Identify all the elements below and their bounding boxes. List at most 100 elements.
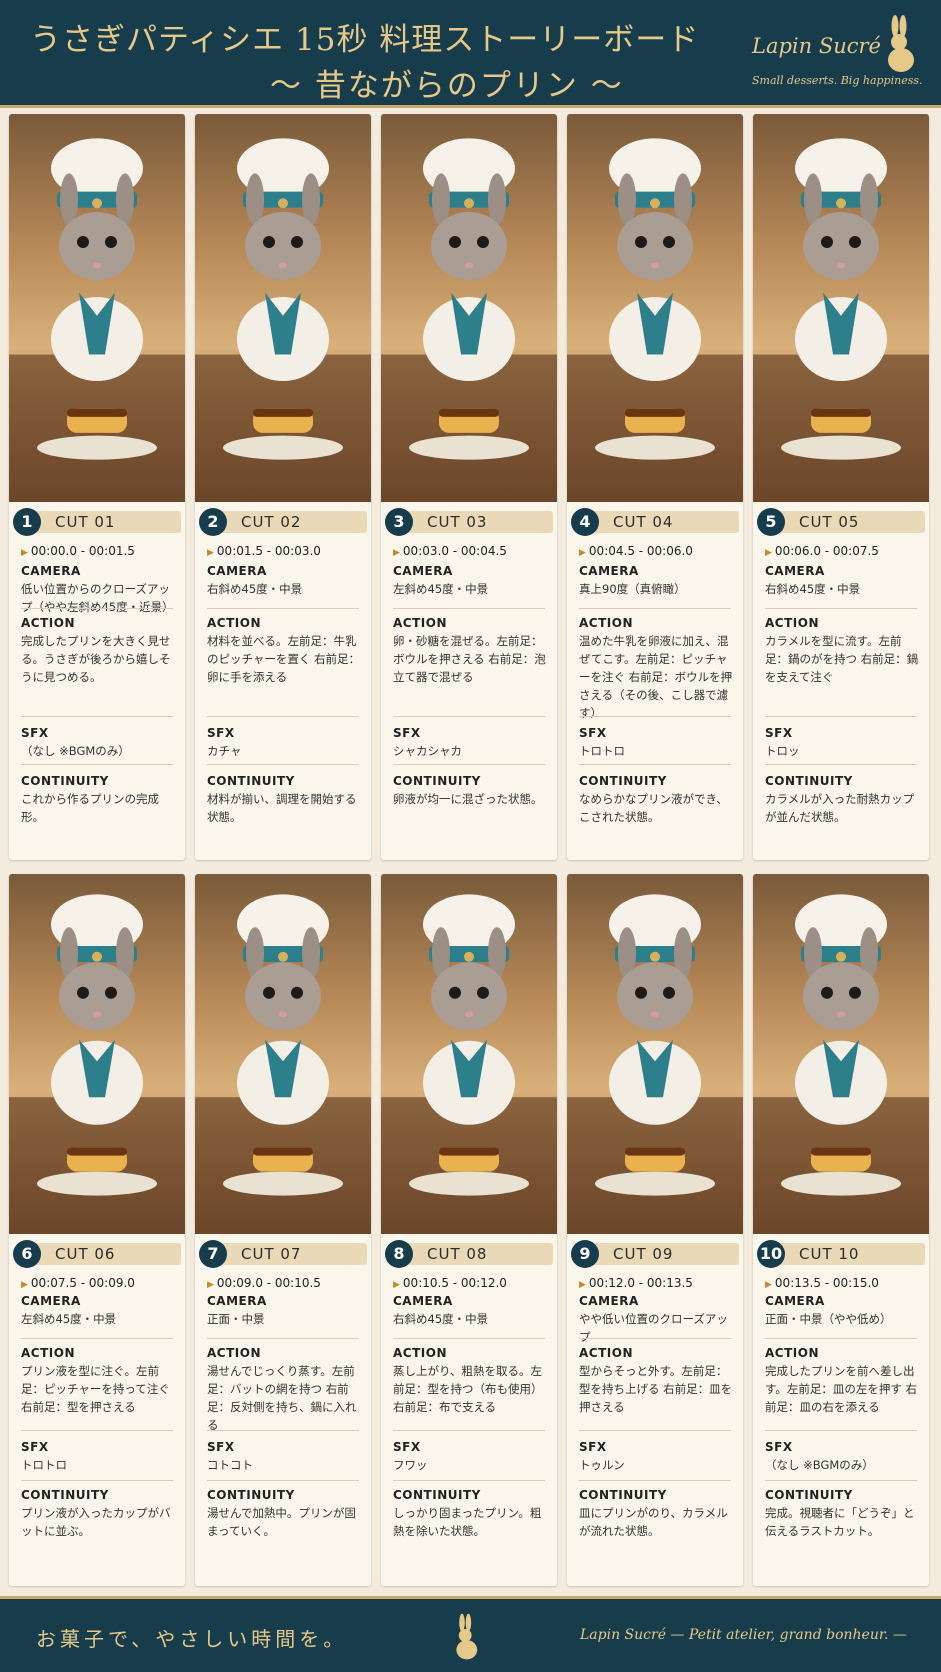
action-heading: ACTION — [393, 616, 447, 630]
timecode-text: 00:03.0 - 00:04.5 — [402, 544, 507, 558]
timecode: ▶ 00:01.5 - 00:03.0 — [207, 544, 321, 558]
divider — [393, 608, 545, 609]
divider — [393, 1430, 545, 1431]
cut-number-badge: 3 — [385, 508, 413, 536]
camera-heading: CAMERA — [393, 1294, 453, 1308]
continuity-text: 材料が揃い、調理を開始する状態。 — [207, 792, 357, 824]
action-text: 材料を並べる。左前足：牛乳のピッチャーを置く 右前足：卵に手を添える — [207, 634, 361, 684]
storyboard-card: CUT 09 9 ▶ 00:12.0 - 00:13.5 CAMERA やや低い位… — [567, 874, 743, 1586]
timecode-text: 00:12.0 - 00:13.5 — [588, 1276, 693, 1290]
storyboard-card: CUT 07 7 ▶ 00:09.0 - 00:10.5 CAMERA 正面・中景… — [195, 874, 371, 1586]
play-triangle-icon: ▶ — [207, 548, 214, 558]
storyboard-card: CUT 02 2 ▶ 00:01.5 - 00:03.0 CAMERA 右斜め45… — [195, 114, 371, 860]
footer-banner: お菓子で、やさしい時間を。 Lapin Sucré — Petit atelie… — [0, 1596, 941, 1672]
action-heading: ACTION — [579, 616, 633, 630]
timecode-text: 00:00.0 - 00:01.5 — [30, 544, 135, 558]
sfx-heading: SFX — [21, 726, 49, 740]
camera-heading: CAMERA — [579, 1294, 639, 1308]
divider — [579, 1430, 731, 1431]
camera-text: 左斜め45度・中景 — [393, 582, 489, 596]
timecode: ▶ 00:03.0 - 00:04.5 — [393, 544, 507, 558]
timecode: ▶ 00:04.5 - 00:06.0 — [579, 544, 693, 558]
continuity-heading: CONTINUITY — [393, 774, 481, 788]
chef-rabbit-illustration — [9, 114, 185, 502]
sfx-text: トロッ — [765, 744, 800, 758]
chef-rabbit-illustration — [753, 114, 929, 502]
divider — [207, 608, 359, 609]
cut-header: CUT 10 10 — [757, 1240, 925, 1268]
camera-heading: CAMERA — [21, 564, 81, 578]
cut-number-badge: 9 — [571, 1240, 599, 1268]
continuity-heading: CONTINUITY — [207, 774, 295, 788]
sfx-text: トロトロ — [21, 1458, 67, 1472]
timecode-text: 00:13.5 - 00:15.0 — [774, 1276, 879, 1290]
footer-slogan: お菓子で、やさしい時間を。 — [36, 1627, 348, 1651]
footer-brand-line: Lapin Sucré — Petit atelier, grand bonhe… — [580, 1627, 907, 1643]
timecode-text: 00:09.0 - 00:10.5 — [216, 1276, 321, 1290]
cut-label: CUT 09 — [589, 1243, 739, 1265]
cut-header: CUT 02 2 — [199, 508, 367, 536]
sfx-heading: SFX — [207, 726, 235, 740]
chef-rabbit-illustration — [381, 114, 557, 502]
sfx-heading: SFX — [765, 726, 793, 740]
sfx-text: シャカシャカ — [393, 744, 462, 758]
divider — [207, 716, 359, 717]
sfx-heading: SFX — [393, 726, 421, 740]
chef-rabbit-illustration — [381, 874, 557, 1234]
divider — [579, 1480, 731, 1481]
sfx-text: コトコト — [207, 1458, 253, 1472]
play-triangle-icon: ▶ — [765, 548, 772, 558]
cut-header: CUT 06 6 — [13, 1240, 181, 1268]
action-heading: ACTION — [393, 1346, 447, 1360]
chef-rabbit-illustration — [195, 874, 371, 1234]
action-heading: ACTION — [207, 1346, 261, 1360]
storyboard-card: CUT 06 6 ▶ 00:07.5 - 00:09.0 CAMERA 左斜め45… — [9, 874, 185, 1586]
cut-number-badge: 7 — [199, 1240, 227, 1268]
storyboard-card: CUT 04 4 ▶ 00:04.5 - 00:06.0 CAMERA 真上90度… — [567, 114, 743, 860]
camera-text: 低い位置からのクローズアップ（やや左斜め45度・近景） — [21, 582, 174, 614]
camera-heading: CAMERA — [21, 1294, 81, 1308]
action-heading: ACTION — [765, 616, 819, 630]
divider — [579, 764, 731, 765]
camera-heading: CAMERA — [765, 564, 825, 578]
play-triangle-icon: ▶ — [21, 1280, 28, 1290]
continuity-text: これから作るプリンの完成形。 — [21, 792, 159, 824]
continuity-heading: CONTINUITY — [21, 774, 109, 788]
continuity-text: 湯せんで加熱中。プリンが固まっていく。 — [207, 1506, 356, 1538]
divider — [765, 1430, 917, 1431]
timecode-text: 00:04.5 - 00:06.0 — [588, 544, 693, 558]
camera-text: 正面・中景 — [207, 1312, 265, 1326]
camera-text: 正面・中景（やや低め） — [765, 1312, 892, 1326]
divider — [393, 716, 545, 717]
rabbit-logo-icon — [456, 1613, 478, 1660]
action-text: 完成したプリンを大きく見せる。うさぎが後ろから嬉しそうに見つめる。 — [21, 634, 171, 684]
divider — [21, 1430, 173, 1431]
cut-label: CUT 10 — [775, 1243, 925, 1265]
sfx-heading: SFX — [393, 1440, 421, 1454]
sfx-heading: SFX — [765, 1440, 793, 1454]
play-triangle-icon: ▶ — [765, 1280, 772, 1290]
timecode: ▶ 00:10.5 - 00:12.0 — [393, 1276, 507, 1290]
timecode: ▶ 00:07.5 - 00:09.0 — [21, 1276, 135, 1290]
divider — [21, 608, 173, 609]
divider — [579, 716, 731, 717]
action-heading: ACTION — [765, 1346, 819, 1360]
divider — [21, 1480, 173, 1481]
storyboard-card: CUT 05 5 ▶ 00:06.0 - 00:07.5 CAMERA 右斜め45… — [753, 114, 929, 860]
chef-rabbit-illustration — [753, 874, 929, 1234]
timecode: ▶ 00:12.0 - 00:13.5 — [579, 1276, 693, 1290]
timecode-text: 00:07.5 - 00:09.0 — [30, 1276, 135, 1290]
cut-label: CUT 06 — [31, 1243, 181, 1265]
divider — [21, 716, 173, 717]
continuity-heading: CONTINUITY — [207, 1488, 295, 1502]
timecode: ▶ 00:00.0 - 00:01.5 — [21, 544, 135, 558]
play-triangle-icon: ▶ — [579, 1280, 586, 1290]
rabbit-logo-icon — [888, 15, 914, 72]
cut-number-badge: 1 — [13, 508, 41, 536]
chef-rabbit-illustration — [567, 114, 743, 502]
divider — [765, 716, 917, 717]
action-text: 温めた牛乳を卵液に加え、混ぜてこす。左前足：ピッチャーを注ぐ 右前足：ボウルを押… — [579, 634, 733, 720]
divider — [765, 764, 917, 765]
sfx-text: （なし ※BGMのみ） — [765, 1458, 874, 1472]
action-text: 卵・砂糖を混ぜる。左前足：ボウルを押さえる 右前足：泡立て器で混ぜる — [393, 634, 546, 684]
